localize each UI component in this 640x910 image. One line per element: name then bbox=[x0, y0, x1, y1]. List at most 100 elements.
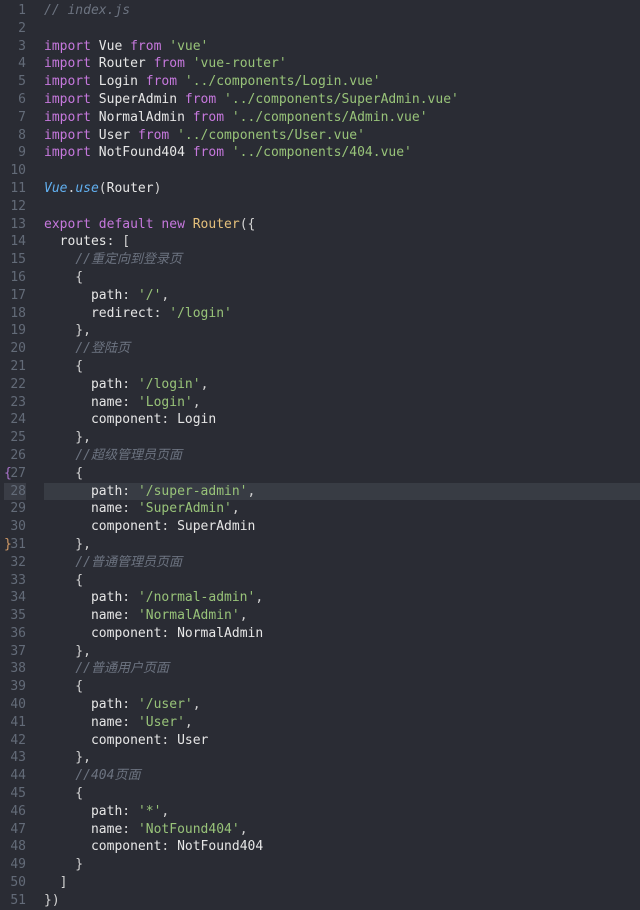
code-line[interactable]: }, bbox=[44, 429, 640, 447]
code-line[interactable]: name: 'SuperAdmin', bbox=[44, 500, 640, 518]
token-str: '/super-admin' bbox=[138, 484, 248, 499]
code-line[interactable]: { bbox=[44, 572, 640, 590]
line-number: 39 bbox=[4, 678, 26, 696]
code-line[interactable]: path: '/super-admin', bbox=[44, 483, 640, 501]
code-line[interactable]: { bbox=[44, 465, 640, 483]
line-number: 17 bbox=[4, 287, 26, 305]
token-pn: }, bbox=[44, 430, 91, 445]
code-line[interactable]: path: '/', bbox=[44, 287, 640, 305]
line-number: 45 bbox=[4, 785, 26, 803]
bracket-guide-icon: { bbox=[4, 465, 12, 483]
code-line[interactable]: path: '*', bbox=[44, 803, 640, 821]
token-pn bbox=[44, 768, 75, 783]
token-kw: from bbox=[193, 110, 224, 125]
token-str: '*' bbox=[138, 804, 161, 819]
token-str: '../components/SuperAdmin.vue' bbox=[224, 92, 459, 107]
line-number: 24 bbox=[4, 411, 26, 429]
code-line[interactable] bbox=[44, 20, 640, 38]
line-number: 16 bbox=[4, 269, 26, 287]
token-pn bbox=[44, 590, 91, 605]
code-line[interactable]: name: 'Login', bbox=[44, 394, 640, 412]
token-kw: default bbox=[99, 217, 154, 232]
code-editor[interactable]: 1234567891011121314151617181920212223242… bbox=[0, 0, 640, 910]
token-idw: Vue bbox=[99, 39, 122, 54]
code-line[interactable]: import Vue from 'vue' bbox=[44, 38, 640, 56]
code-line[interactable]: component: SuperAdmin bbox=[44, 518, 640, 536]
code-line[interactable]: component: NotFound404 bbox=[44, 838, 640, 856]
token-pn bbox=[44, 252, 75, 267]
code-line[interactable]: //登陆页 bbox=[44, 340, 640, 358]
code-line[interactable]: path: '/normal-admin', bbox=[44, 589, 640, 607]
token-str: '/user' bbox=[138, 697, 193, 712]
code-line[interactable]: import Router from 'vue-router' bbox=[44, 55, 640, 73]
code-line[interactable]: { bbox=[44, 678, 640, 696]
code-line[interactable]: }) bbox=[44, 892, 640, 910]
code-line[interactable]: //404页面 bbox=[44, 767, 640, 785]
token-pn bbox=[91, 92, 99, 107]
code-line[interactable]: } bbox=[44, 856, 640, 874]
code-line[interactable]: // index.js bbox=[44, 2, 640, 20]
token-str: '../components/User.vue' bbox=[177, 128, 365, 143]
token-idw: Login bbox=[99, 74, 138, 89]
code-line[interactable]: }, bbox=[44, 536, 640, 554]
code-line[interactable]: import NotFound404 from '../components/4… bbox=[44, 144, 640, 162]
token-pn bbox=[44, 288, 91, 303]
token-pn bbox=[44, 341, 75, 356]
token-pn: : bbox=[161, 626, 177, 641]
code-line[interactable]: Vue.use(Router) bbox=[44, 180, 640, 198]
token-idw: SuperAdmin bbox=[99, 92, 177, 107]
token-c: //404页面 bbox=[75, 768, 140, 783]
token-id: Router bbox=[193, 217, 240, 232]
token-c: // index.js bbox=[44, 3, 130, 18]
code-line[interactable]: component: Login bbox=[44, 411, 640, 429]
code-line[interactable]: name: 'User', bbox=[44, 714, 640, 732]
code-line[interactable] bbox=[44, 198, 640, 216]
code-line[interactable]: name: 'NotFound404', bbox=[44, 821, 640, 839]
code-line[interactable]: import NormalAdmin from '../components/A… bbox=[44, 109, 640, 127]
token-pn bbox=[44, 448, 75, 463]
code-area[interactable]: // index.js import Vue from 'vue'import … bbox=[34, 0, 640, 910]
code-line[interactable] bbox=[44, 162, 640, 180]
token-c: //普通管理员页面 bbox=[75, 555, 182, 570]
code-line[interactable]: { bbox=[44, 785, 640, 803]
code-line[interactable]: //普通管理员页面 bbox=[44, 554, 640, 572]
code-line[interactable]: import SuperAdmin from '../components/Su… bbox=[44, 91, 640, 109]
token-kw: import bbox=[44, 145, 91, 160]
token-pn: }, bbox=[44, 323, 91, 338]
code-line[interactable]: }, bbox=[44, 643, 640, 661]
code-line[interactable]: //重定向到登录页 bbox=[44, 251, 640, 269]
code-line[interactable]: export default new Router({ bbox=[44, 216, 640, 234]
token-str: 'Login' bbox=[138, 395, 193, 410]
token-fn: use bbox=[75, 181, 98, 196]
token-str: '/login' bbox=[169, 306, 232, 321]
code-line[interactable]: }, bbox=[44, 322, 640, 340]
code-line[interactable]: path: '/user', bbox=[44, 696, 640, 714]
code-line[interactable]: }, bbox=[44, 749, 640, 767]
code-line[interactable]: component: User bbox=[44, 732, 640, 750]
token-pn bbox=[44, 519, 91, 534]
line-number: 6 bbox=[4, 91, 26, 109]
token-pn bbox=[44, 733, 91, 748]
line-number: 2 bbox=[4, 20, 26, 38]
code-line[interactable]: //超级管理员页面 bbox=[44, 447, 640, 465]
code-line[interactable]: { bbox=[44, 269, 640, 287]
code-line[interactable]: path: '/login', bbox=[44, 376, 640, 394]
code-line[interactable]: routes: [ bbox=[44, 233, 640, 251]
code-line[interactable]: import User from '../components/User.vue… bbox=[44, 127, 640, 145]
line-number: 7 bbox=[4, 109, 26, 127]
code-line[interactable]: ] bbox=[44, 874, 640, 892]
token-idw: User bbox=[177, 733, 208, 748]
code-line[interactable]: { bbox=[44, 358, 640, 376]
code-line[interactable]: import Login from '../components/Login.v… bbox=[44, 73, 640, 91]
code-line[interactable]: name: 'NormalAdmin', bbox=[44, 607, 640, 625]
token-pn: { bbox=[44, 786, 83, 801]
code-line[interactable]: redirect: '/login' bbox=[44, 305, 640, 323]
code-line[interactable]: component: NormalAdmin bbox=[44, 625, 640, 643]
token-pn bbox=[44, 306, 91, 321]
token-pn: : bbox=[122, 608, 138, 623]
token-pn bbox=[138, 74, 146, 89]
code-line[interactable]: //普通用户页面 bbox=[44, 660, 640, 678]
token-pn bbox=[91, 145, 99, 160]
line-number: 29 bbox=[4, 500, 26, 518]
token-kw: import bbox=[44, 128, 91, 143]
